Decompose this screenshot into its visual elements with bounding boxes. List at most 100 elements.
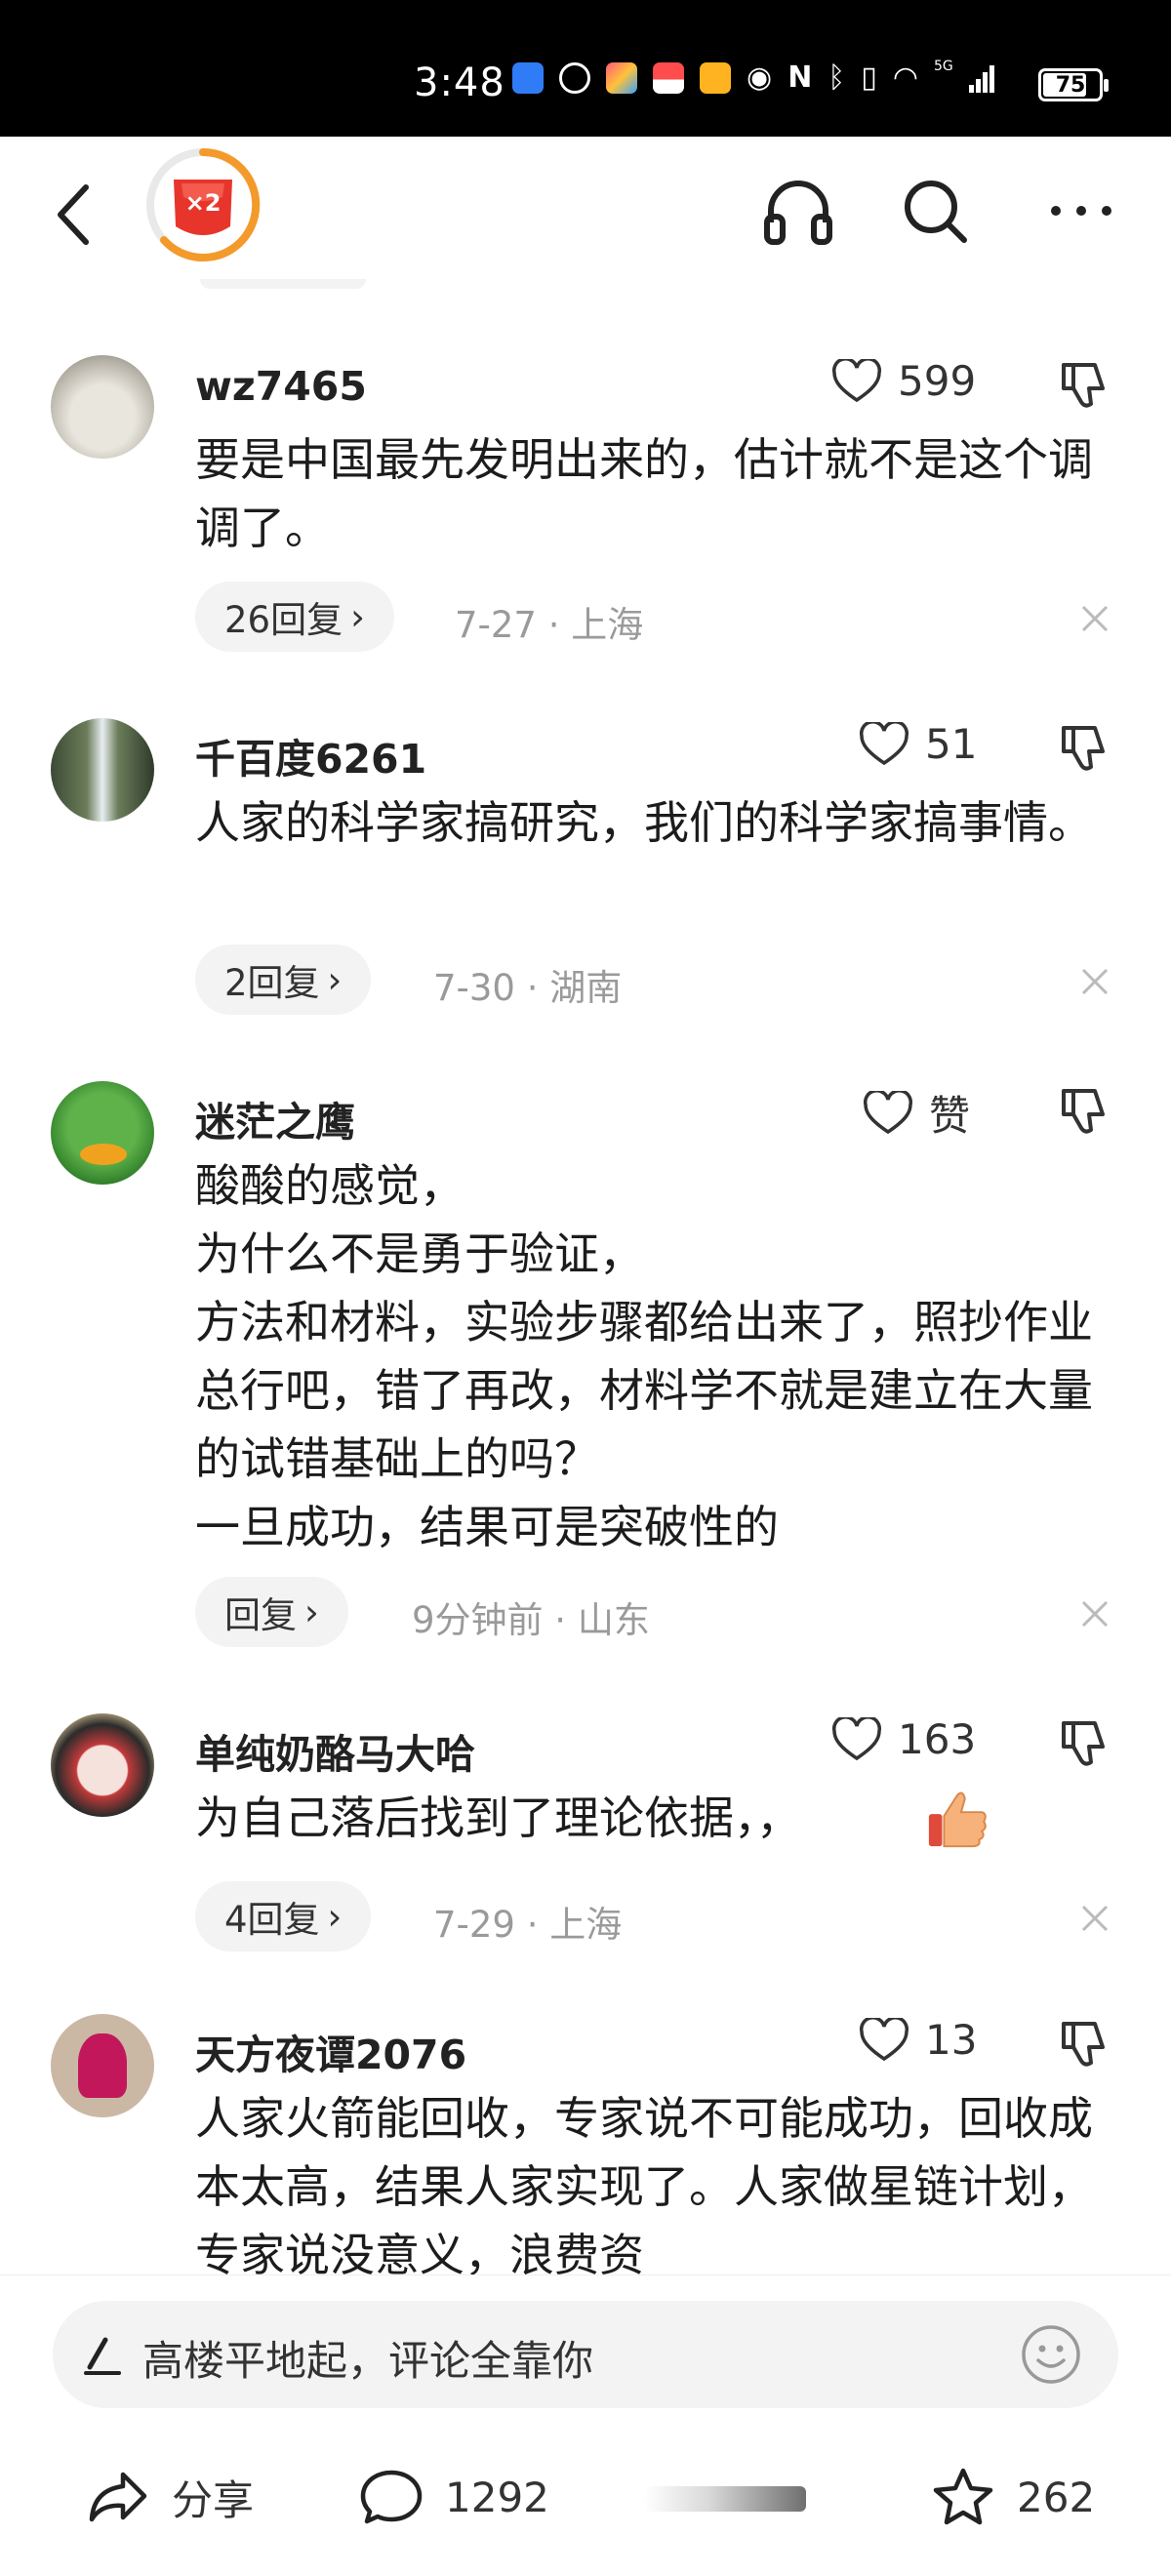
task-reward-badge[interactable]: ×2 (144, 146, 262, 263)
comment-location: 山东 (577, 1599, 650, 1641)
comment-meta: 7-29 · 上海 (433, 1904, 623, 1946)
avatar[interactable] (51, 1713, 154, 1817)
share-label: 分享 (172, 2475, 255, 2524)
dislike-icon[interactable] (1056, 718, 1114, 777)
comment-input-placeholder: 高楼平地起，评论全靠你 (142, 2337, 594, 2385)
comment-author[interactable]: 千百度6261 (195, 726, 426, 785)
home-indicator (644, 2486, 806, 2512)
flower-emblem (78, 2033, 127, 2098)
nfc-icon: N (787, 60, 813, 95)
duck-beak (80, 1144, 127, 1165)
star-icon (933, 2468, 993, 2525)
comment-author[interactable]: 单纯奶酪马大哈 (195, 1721, 475, 1780)
signal-icon (968, 65, 994, 93)
comment-location: 上海 (571, 604, 644, 646)
dislike-icon[interactable] (1056, 1081, 1114, 1140)
like-count: 赞 (929, 1092, 971, 1140)
heart-icon (859, 721, 909, 765)
like-count: 163 (898, 1715, 977, 1763)
like-count: 51 (925, 720, 978, 768)
like-button[interactable]: 163 (831, 1715, 976, 1763)
page: 3:48 ◉ N ᛒ ▯ ◠ 5G 75 ×2 wz7465 599 要是中国最… (0, 0, 1171, 2576)
comment-icon (360, 2470, 423, 2524)
status-bar: 3:48 ◉ N ᛒ ▯ ◠ 5G 75 (0, 0, 1171, 137)
like-count: 13 (925, 2016, 978, 2064)
like-button[interactable]: 赞 (863, 1083, 970, 1143)
chevron-right-icon: › (304, 1590, 319, 1633)
comment-location: 上海 (549, 1904, 623, 1946)
comment-count: 1292 (445, 2473, 549, 2521)
comment-text: 为自己落后找到了理论依据，， (195, 1791, 801, 1844)
bluetooth-icon: ᛒ (828, 60, 846, 95)
comment-count-button[interactable]: 1292 (359, 2467, 549, 2527)
battery-indicator: 75 (1038, 68, 1109, 101)
like-button[interactable]: 13 (859, 2016, 977, 2064)
search-icon[interactable] (896, 172, 974, 250)
comment-item: 天方夜谭2076 13 人家火箭能回收，专家说不可能成功，回收成本太高，结果人家… (0, 2014, 1171, 2277)
comment-date: 7-30 (433, 967, 515, 1009)
vibrate-icon: ▯ (861, 60, 877, 95)
heart-icon (831, 1716, 882, 1760)
reply-count: 2回复 (224, 962, 320, 1004)
dislike-icon[interactable] (1056, 1713, 1114, 1772)
like-button[interactable]: 599 (831, 357, 976, 405)
reply-button[interactable]: 2回复 › (195, 945, 372, 1015)
close-icon[interactable] (1077, 964, 1112, 999)
emoji-icon[interactable] (1019, 2322, 1083, 2387)
dislike-icon[interactable] (1056, 355, 1114, 414)
close-icon[interactable] (1077, 601, 1112, 636)
reward-multiplier: ×2 (184, 189, 222, 217)
reply-button[interactable]: 26回复 › (195, 582, 394, 652)
comment-author[interactable]: wz7465 (195, 363, 367, 410)
avatar[interactable] (51, 355, 154, 459)
comment-text: 人家火箭能回收，专家说不可能成功，回收成本太高，结果人家实现了。人家做星链计划，… (195, 2092, 1093, 2277)
headphones-icon[interactable] (759, 172, 837, 250)
comment-date: 7-27 (455, 604, 537, 646)
close-icon[interactable] (1077, 1901, 1112, 1936)
status-icons: ◉ N ᛒ ▯ ◠ 5G (512, 59, 996, 95)
reply-count: 26回复 (224, 599, 343, 641)
gift-icon (653, 62, 684, 94)
comment-date: 9分钟前 (412, 1599, 544, 1641)
comment-date: 7-29 (433, 1904, 515, 1946)
comment-meta: 9分钟前 · 山东 (412, 1599, 650, 1641)
status-time: 3:48 (414, 60, 505, 105)
heart-icon (831, 358, 882, 402)
reply-count: 4回复 (224, 1899, 320, 1941)
bottom-bar: 高楼平地起，评论全靠你 分享 1292 262 (0, 2275, 1171, 2576)
thumbs-up-emoji-icon (928, 1791, 987, 1848)
avatar[interactable] (51, 1081, 154, 1185)
comment-location: 湖南 (549, 967, 623, 1009)
comment-input[interactable]: 高楼平地起，评论全靠你 (53, 2301, 1118, 2408)
like-count: 599 (898, 357, 977, 405)
5g-signal-icon: 5G (934, 59, 953, 74)
eye-icon: ◉ (747, 60, 773, 95)
favorite-button[interactable]: 262 (931, 2467, 1095, 2527)
reply-count: 回复 (224, 1594, 297, 1636)
reply-button[interactable]: 回复 › (195, 1577, 348, 1647)
comment-author[interactable]: 天方夜谭2076 (195, 2022, 466, 2080)
close-icon[interactable] (1077, 1596, 1112, 1631)
more-icon[interactable] (1042, 172, 1120, 250)
dislike-icon[interactable] (1056, 2014, 1114, 2073)
back-button[interactable] (47, 176, 105, 254)
share-icon (89, 2472, 147, 2522)
hand-icon (559, 62, 590, 94)
chevron-right-icon: › (327, 1895, 343, 1938)
share-button[interactable]: 分享 (86, 2467, 254, 2527)
reply-button[interactable]: 4回复 › (195, 1881, 372, 1952)
comment-text: 人家的科学家搞研究，我们的科学家搞事情。 (195, 796, 1093, 849)
pen-icon (84, 2337, 121, 2375)
avatar[interactable] (51, 2014, 154, 2117)
heart-icon (863, 1090, 913, 1134)
comment-meta: 7-30 · 湖南 (433, 967, 623, 1009)
chevron-right-icon: › (327, 958, 343, 1001)
tab-indicator (200, 279, 366, 289)
chevron-right-icon: › (350, 595, 365, 638)
app-icon (606, 62, 637, 94)
like-button[interactable]: 51 (859, 720, 977, 768)
avatar[interactable] (51, 718, 154, 822)
heart-icon (859, 2017, 909, 2061)
comment-author[interactable]: 迷茫之鹰 (195, 1089, 355, 1147)
top-nav: ×2 (0, 137, 1171, 283)
